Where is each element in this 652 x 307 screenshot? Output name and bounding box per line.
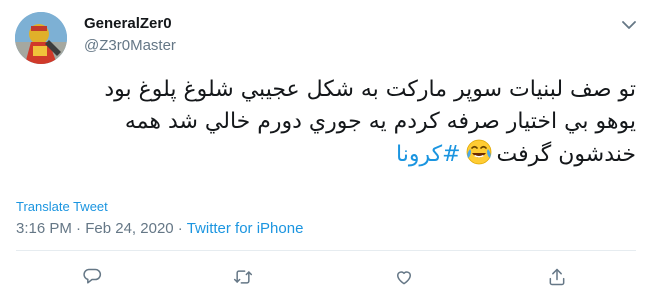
tweet-source-link[interactable]: Twitter for iPhone <box>187 220 304 237</box>
avatar-image <box>15 12 67 64</box>
display-name[interactable]: GeneralZer0 <box>84 15 172 32</box>
meta-separator: · <box>71 220 86 237</box>
tweet-card: GeneralZer0 @Z3r0Master تو صف لبنیات سوپ… <box>0 0 652 307</box>
hashtag-link[interactable]: #کرونا <box>396 142 461 167</box>
retweet-icon[interactable] <box>231 265 255 289</box>
tweet-time[interactable]: 3:16 PM <box>16 220 72 237</box>
tweet-text-line-last: خندشون گرفت #کرونا <box>16 138 636 171</box>
tweet-meta: 3:16 PM · Feb 24, 2020 · Twitter for iPh… <box>16 220 303 237</box>
face-with-tears-of-joy-icon <box>465 138 493 166</box>
reply-icon[interactable] <box>80 265 104 289</box>
divider <box>16 250 636 251</box>
like-icon[interactable] <box>392 265 416 289</box>
tweet-date[interactable]: Feb 24, 2020 <box>85 220 173 237</box>
avatar[interactable] <box>15 12 67 64</box>
translate-tweet-link[interactable]: Translate Tweet <box>16 199 108 214</box>
tweet-text: تو صف لبنیات سوپر مارکت به شکل عجیبي شلو… <box>16 74 636 171</box>
caret-down-icon[interactable] <box>620 18 638 32</box>
tweet-text-line: یوهو بي اختیار صرفه کردم یه جوري دورم خا… <box>124 109 636 134</box>
meta-separator: · <box>173 220 187 237</box>
user-handle[interactable]: @Z3r0Master <box>84 37 176 54</box>
share-icon[interactable] <box>545 265 569 289</box>
tweet-actions <box>0 265 652 289</box>
tweet-text-line: تو صف لبنیات سوپر مارکت به شکل عجیبي شلو… <box>104 77 636 102</box>
tweet-text-line: خندشون گرفت <box>496 142 636 167</box>
